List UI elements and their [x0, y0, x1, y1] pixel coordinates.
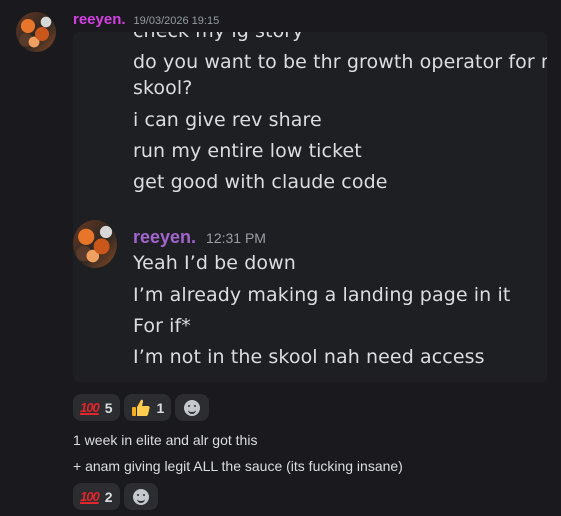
thumbs-up-icon — [131, 398, 151, 418]
reaction-count: 5 — [104, 399, 113, 416]
message-header: reeyen. 19/03/2026 19:15 — [73, 11, 219, 31]
smiley-icon — [132, 488, 149, 505]
reaction-100[interactable]: 100 5 — [73, 394, 120, 421]
screenshot-reply-header: reeyen. 12:31 PM — [133, 227, 266, 248]
reaction-count: 2 — [104, 488, 113, 505]
message-text-line: + anam giving legit ALL the sauce (its f… — [73, 458, 403, 474]
add-reaction-button[interactable] — [175, 394, 210, 421]
screenshot-line: do you want to be thr growth operator fo… — [133, 51, 547, 73]
reaction-count: 1 — [156, 399, 165, 416]
add-reaction-button[interactable] — [123, 483, 158, 510]
screenshot-line: run my entire low ticket — [133, 140, 362, 162]
reactions-bar: 100 5 1 — [73, 394, 210, 421]
hundred-points-icon: 100 — [80, 400, 100, 415]
screenshot-reply-line: For if* — [133, 315, 191, 337]
hundred-points-icon: 100 — [80, 489, 100, 504]
screenshot-line: i can give rev share — [133, 109, 322, 131]
screenshot-reply-line: Yeah I’d be down — [133, 252, 296, 274]
screenshot-reply-line: I’m not in the skool nah need access — [133, 346, 485, 368]
screenshot-reply-username: reeyen. — [133, 227, 197, 247]
screenshot-reply-time: 12:31 PM — [206, 230, 266, 246]
timestamp: 19/03/2026 19:15 — [133, 15, 220, 27]
reaction-thumbs-up[interactable]: 1 — [123, 394, 172, 421]
screenshot-line: get good with claude code — [133, 171, 388, 193]
username[interactable]: reeyen. — [73, 11, 126, 28]
smiley-icon — [184, 399, 201, 416]
screenshot-line: skool? — [133, 77, 193, 99]
screenshot-avatar — [73, 220, 117, 268]
screenshot-reply-line: I’m already making a landing page in it — [133, 284, 511, 306]
attached-screenshot[interactable]: check my ig story do you want to be thr … — [73, 32, 547, 382]
user-avatar[interactable] — [16, 12, 56, 52]
reaction-100[interactable]: 100 2 — [73, 483, 120, 510]
screenshot-line-cut: check my ig story — [133, 32, 304, 42]
message-text-line: 1 week in elite and alr got this — [73, 432, 258, 448]
reactions-bar-2: 100 2 — [73, 483, 158, 510]
